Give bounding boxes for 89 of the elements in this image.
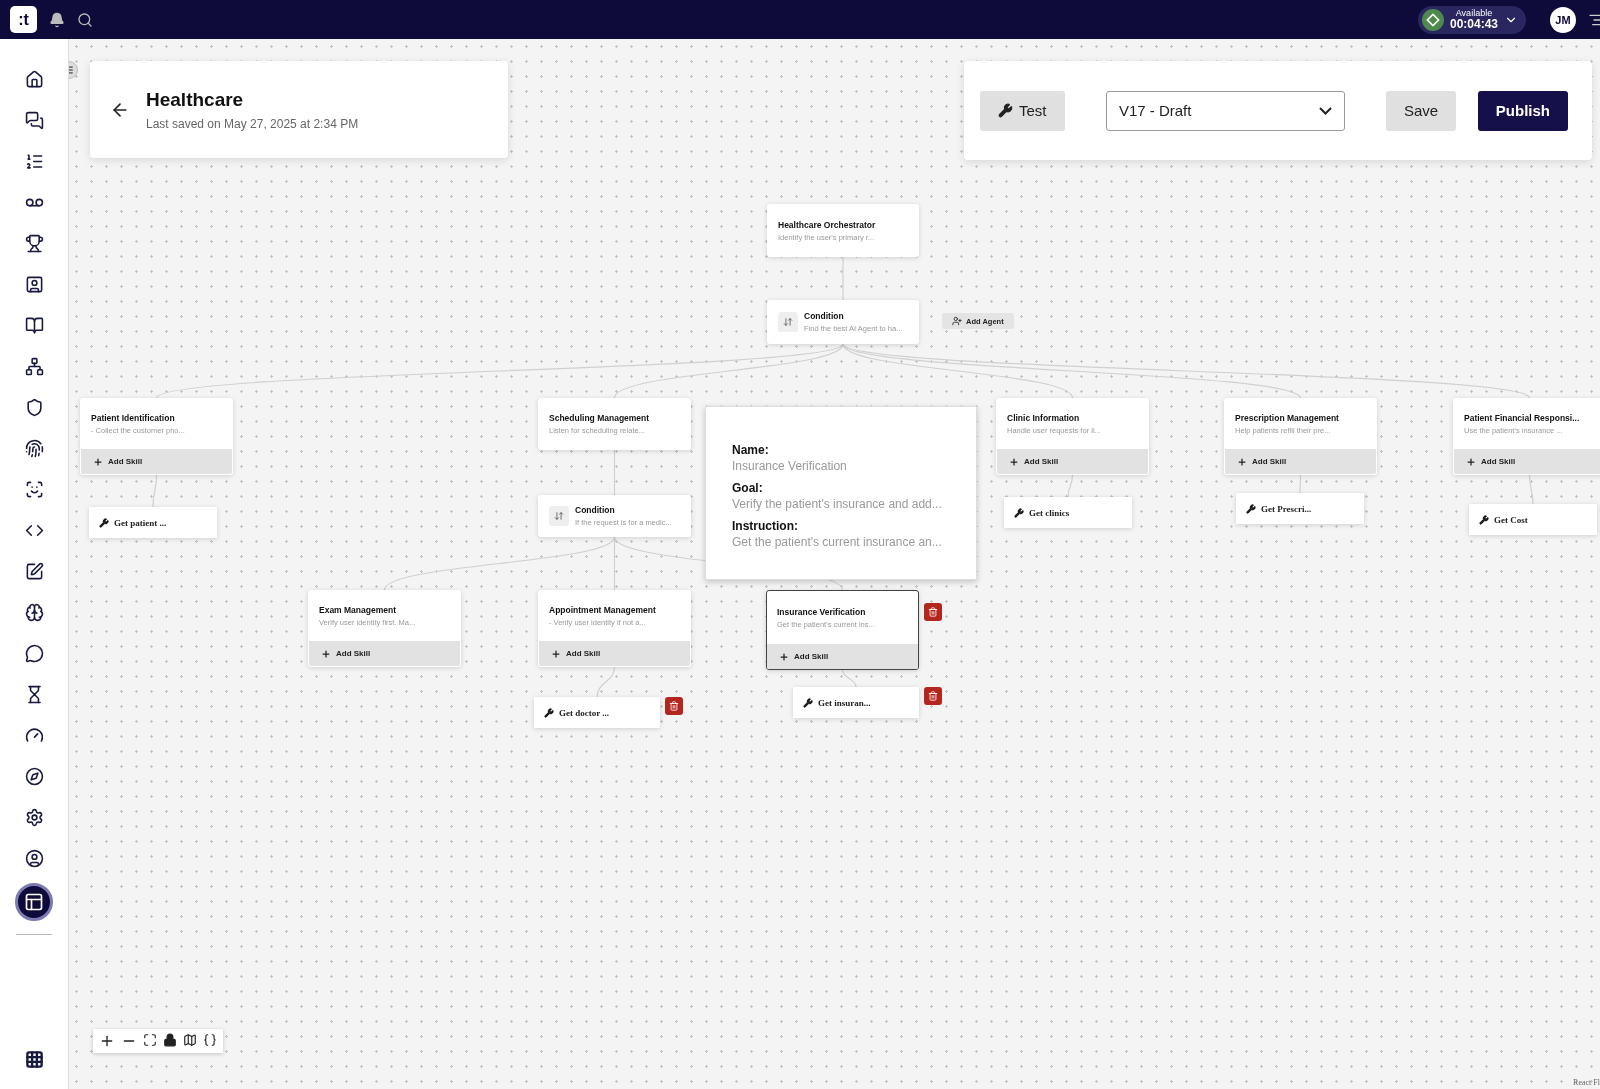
plus-icon <box>779 651 789 662</box>
trash-icon <box>928 607 938 617</box>
wrench-icon <box>803 697 813 708</box>
trash-icon <box>928 691 938 701</box>
map-icon[interactable] <box>183 1033 197 1049</box>
connector-line <box>596 666 616 698</box>
skill-node[interactable]: Get clinics <box>1004 497 1132 528</box>
last-saved-text: Last saved on May 27, 2025 at 2:34 PM <box>146 116 359 131</box>
skill-node[interactable]: Get Cost <box>1469 504 1597 535</box>
node-title: Prescription Management <box>1235 413 1339 423</box>
status-timer: 00:04:43 <box>1449 18 1498 30</box>
delete-button[interactable] <box>924 687 942 705</box>
publish-button[interactable]: Publish <box>1477 90 1568 131</box>
node-title: Condition <box>575 505 616 515</box>
skill-node[interactable]: Get doctor ... <box>534 697 660 728</box>
node-title: Patient Identification <box>91 413 176 423</box>
add-skill-button[interactable]: Add Skill <box>1225 449 1376 474</box>
add-skill-button[interactable]: Add Skill <box>997 449 1148 474</box>
branch-icon <box>549 506 569 526</box>
branch-icon <box>778 312 798 332</box>
skill-name: Get Cost <box>1494 514 1528 525</box>
attribution-text: React Fl <box>1573 1078 1600 1087</box>
wrench-icon <box>1014 507 1024 518</box>
connector-line <box>152 474 158 508</box>
flow-title: Healthcare <box>146 88 245 111</box>
connector-line <box>613 449 616 496</box>
lock-icon[interactable] <box>163 1033 177 1049</box>
node-title: Patient Financial Responsi... <box>1464 413 1580 423</box>
save-button[interactable]: Save <box>1385 90 1457 131</box>
wrench-icon <box>1246 503 1256 514</box>
add-skill-button[interactable]: Add Skill <box>309 641 460 666</box>
node-title: Scheduling Management <box>549 413 650 423</box>
test-button[interactable]: Test <box>980 90 1065 131</box>
plus-icon <box>1237 456 1247 467</box>
chevron-icon <box>1318 106 1332 115</box>
status-menu[interactable]: Available 00:04:43 <box>1417 5 1526 34</box>
connector-line <box>1299 474 1302 494</box>
add-skill-button[interactable]: Add Skill <box>539 641 690 666</box>
plus-icon <box>321 648 331 659</box>
connector-line <box>841 669 857 688</box>
skill-name: Get patient ... <box>114 517 167 528</box>
fit-view-icon[interactable] <box>143 1033 157 1049</box>
user-plus-icon <box>952 316 962 326</box>
panels-icon[interactable] <box>15 883 53 921</box>
skill-name: Get Prescri... <box>1261 503 1312 514</box>
node-title: Appointment Management <box>549 605 656 615</box>
wrench-icon <box>99 517 109 528</box>
connector-line <box>1067 474 1074 498</box>
user-avatar[interactable]: JM <box>1550 6 1576 33</box>
plus-icon <box>1009 456 1019 467</box>
tooltip-value: Get the patient's current insurance an... <box>732 535 943 549</box>
node-title: Exam Management <box>319 605 397 615</box>
tooltip-label: Goal: <box>732 481 764 495</box>
status-icon <box>1421 8 1444 31</box>
app-logo[interactable]: :t <box>10 6 37 33</box>
wrench-icon <box>544 707 554 718</box>
plus-icon <box>1466 456 1476 467</box>
delete-button[interactable] <box>924 603 942 621</box>
zoom-in-icon[interactable] <box>99 1033 115 1049</box>
bell-icon[interactable] <box>49 11 65 28</box>
node-title: Clinic Information <box>1007 413 1081 423</box>
skill-name: Get doctor ... <box>559 707 610 718</box>
tooltip-value: Insurance Verification <box>732 459 848 473</box>
node-title: Healthcare Orchestrator <box>778 219 876 230</box>
plus-icon <box>551 648 561 659</box>
braces-icon[interactable] <box>203 1033 217 1049</box>
search-icon[interactable] <box>77 11 93 28</box>
tooltip-label: Instruction: <box>732 519 799 533</box>
add-skill-button[interactable]: Add Skill <box>1454 449 1600 474</box>
wrench-icon <box>1479 514 1489 525</box>
node-title: Insurance Verification <box>777 606 867 617</box>
wrench-icon <box>998 103 1013 118</box>
skill-node[interactable]: Get Prescri... <box>1236 493 1364 524</box>
delete-button[interactable] <box>665 697 683 715</box>
trash-icon <box>669 701 679 711</box>
status-label: Available <box>1454 9 1494 18</box>
skill-name: Get clinics <box>1029 507 1070 518</box>
tooltip-label: Name: <box>732 443 770 457</box>
apps-grid-icon[interactable] <box>24 1050 44 1069</box>
tooltip-value: Verify the patient's insurance and add... <box>732 497 943 511</box>
add-skill-button[interactable]: Add Skill <box>81 449 232 474</box>
add-skill-button[interactable]: Add Skill <box>767 644 918 669</box>
version-select[interactable]: V17 - Draft <box>1105 90 1345 131</box>
node-title: Condition <box>804 311 845 321</box>
connector-line <box>1528 474 1534 505</box>
skill-name: Get insuran... <box>818 697 871 708</box>
skill-node[interactable]: Get insuran... <box>793 687 919 718</box>
plus-icon <box>93 456 103 467</box>
skill-node[interactable]: Get patient ... <box>89 507 217 538</box>
